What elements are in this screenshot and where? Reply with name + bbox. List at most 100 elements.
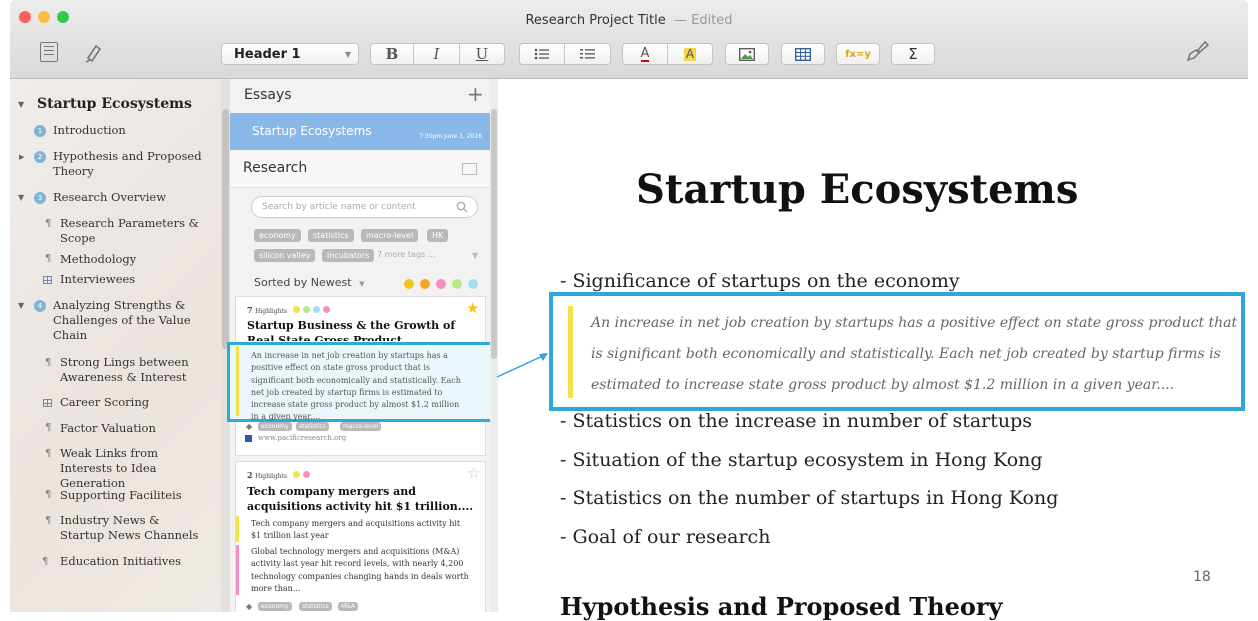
numbered-list-button[interactable] xyxy=(564,43,611,65)
article-tag[interactable]: M&A xyxy=(338,602,358,611)
sidebar-item-education[interactable]: Education Initiatives xyxy=(60,554,181,569)
search-icon[interactable] xyxy=(456,201,468,213)
chevron-down-icon[interactable]: ▼ xyxy=(472,251,478,260)
highlights-label: Highlights xyxy=(255,308,288,315)
highlights-label: Highlights xyxy=(255,473,288,480)
paragraph-icon: ¶ xyxy=(45,489,52,500)
sidebar-item-supporting-facilities[interactable]: Supporting Faciliteis xyxy=(60,488,182,503)
highlighter-icon[interactable] xyxy=(82,40,106,64)
tag-filter[interactable]: silicon valley xyxy=(254,249,316,262)
chevron-down-icon: ▼ xyxy=(359,280,365,288)
sidebar-item-research-parameters[interactable]: Research Parameters & Scope xyxy=(60,216,205,246)
quote-line: An increase in net job creation by start… xyxy=(591,315,1238,331)
bullet-item[interactable]: - Statistics on the number of startups i… xyxy=(560,487,1058,509)
sidebar-item-analyzing[interactable]: Analyzing Strengths & Challenges of the … xyxy=(53,298,203,343)
highlight-color-dot xyxy=(293,471,300,478)
color-filter-dot[interactable] xyxy=(452,279,462,289)
next-section-heading[interactable]: Hypothesis and Proposed Theory xyxy=(560,592,1002,621)
underline-button[interactable]: U xyxy=(459,43,505,65)
article-tag[interactable]: economy xyxy=(258,602,292,611)
research-scroll-thumb[interactable] xyxy=(491,109,497,359)
sidebar-item-interviewees[interactable]: Interviewees xyxy=(60,272,135,287)
window-title: Research Project Title — Edited xyxy=(0,13,1258,28)
paragraph-icon: ¶ xyxy=(42,556,49,567)
article-source[interactable]: www.pacificresearch.org xyxy=(258,434,346,442)
tag-filter[interactable]: HK xyxy=(427,229,449,242)
format-brush-icon[interactable] xyxy=(1184,38,1210,64)
bullet-item[interactable]: - Statistics on the increase in number o… xyxy=(560,410,1032,432)
highlights-count: 7 Highlights xyxy=(247,305,287,315)
page-number: 18 xyxy=(1193,569,1211,585)
highlight-icon: A xyxy=(683,46,697,61)
sidebar-item-hypothesis[interactable]: Hypothesis and Proposed Theory xyxy=(53,149,203,179)
highlight-color-button[interactable]: A xyxy=(667,43,713,65)
section-number-badge: 3 xyxy=(34,192,46,204)
more-tags-link[interactable]: 7 more tags ... xyxy=(377,250,435,259)
research-heading: Research xyxy=(243,160,308,176)
sidebar-item-career-scoring[interactable]: Career Scoring xyxy=(60,395,149,410)
star-filled-icon[interactable]: ★ xyxy=(466,299,479,317)
article-tag[interactable]: macro-level xyxy=(340,422,382,431)
add-essay-button[interactable]: + xyxy=(467,82,484,106)
color-filter-dot[interactable] xyxy=(404,279,414,289)
paragraph-style-value: Header 1 xyxy=(234,46,301,62)
insert-table-button[interactable] xyxy=(781,43,825,65)
insert-formula-button[interactable]: fx=y xyxy=(836,43,880,65)
article-title[interactable]: Tech company mergers and acquisitions ac… xyxy=(247,484,479,514)
color-filter-dot[interactable] xyxy=(420,279,430,289)
tag-filter[interactable]: incubators xyxy=(322,249,375,262)
color-filter-dot[interactable] xyxy=(436,279,446,289)
color-filter-dot[interactable] xyxy=(468,279,478,289)
bullet-list-button[interactable] xyxy=(519,43,565,65)
sidebar-item-weak-links[interactable]: Weak Links from Interests to Idea Genera… xyxy=(60,446,210,491)
expand-triangle-icon[interactable]: ▼ xyxy=(18,301,24,310)
quote-text: Global technology mergers and acquisitio… xyxy=(251,547,469,593)
text-color-icon: A xyxy=(640,45,650,62)
collapse-triangle-icon[interactable]: ▶ xyxy=(19,153,24,161)
bold-button[interactable]: B xyxy=(370,43,414,65)
bullet-item[interactable]: - Goal of our research xyxy=(560,526,770,548)
article-tag[interactable]: statistics xyxy=(296,422,329,431)
paragraph-style-select[interactable]: Header 1 ▼ xyxy=(221,43,359,65)
highlight-color-dot xyxy=(303,471,310,478)
sidebar-scroll-thumb[interactable] xyxy=(222,109,229,349)
highlight-color-dot xyxy=(293,306,300,313)
article-tag[interactable]: statistics xyxy=(299,602,332,611)
sidebar-item-research-overview[interactable]: Research Overview xyxy=(53,190,166,205)
article-search-field[interactable]: Search by article name or content xyxy=(251,196,478,218)
essay-item-selected[interactable]: Startup Ecosystems 7:30pm June 1, 2016 xyxy=(230,113,490,150)
section-number-badge: 2 xyxy=(34,151,46,163)
bullet-item[interactable]: - Situation of the startup ecosystem in … xyxy=(560,449,1043,471)
article-title[interactable]: Startup Business & the Growth of Real St… xyxy=(247,318,479,341)
sidebar-item-strong-lings[interactable]: Strong Lings between Awareness & Interes… xyxy=(60,355,205,385)
collapse-panel-icon[interactable] xyxy=(462,163,477,175)
bullet-item[interactable]: - Significance of startups on the econom… xyxy=(560,270,960,292)
italic-button[interactable]: I xyxy=(413,43,460,65)
sort-dropdown[interactable]: Sorted by Newest ▼ xyxy=(254,276,364,289)
text-color-button[interactable]: A xyxy=(622,43,668,65)
tag-filter[interactable]: statistics xyxy=(308,229,354,242)
insert-image-button[interactable] xyxy=(725,43,769,65)
article-tag[interactable]: economy xyxy=(258,422,292,431)
tag-filter[interactable]: economy xyxy=(254,229,301,242)
sidebar-item-industry-news[interactable]: Industry News & Startup News Channels xyxy=(60,513,205,543)
document-outline-icon[interactable] xyxy=(40,42,58,62)
star-outline-icon[interactable]: ☆ xyxy=(467,464,480,482)
sidebar-item-introduction[interactable]: Introduction xyxy=(53,123,126,138)
outline-root-title[interactable]: Startup Ecosystems xyxy=(37,96,192,112)
underline-label: U xyxy=(475,45,489,63)
section-number-badge: 4 xyxy=(34,300,46,312)
document-heading[interactable]: Startup Ecosystems xyxy=(636,166,1078,213)
research-header: Research xyxy=(230,151,490,188)
search-placeholder: Search by article name or content xyxy=(262,202,416,212)
quote-bar xyxy=(568,306,573,398)
insert-sum-button[interactable]: Σ xyxy=(891,43,935,65)
quote-line: estimated to increase state gross produc… xyxy=(591,377,1175,393)
sidebar-item-factor-valuation[interactable]: Factor Valuation xyxy=(60,421,156,436)
image-icon xyxy=(739,47,755,61)
highlight-color-dot xyxy=(303,306,310,313)
sidebar-item-methodology[interactable]: Methodology xyxy=(60,252,136,267)
expand-triangle-icon[interactable]: ▼ xyxy=(18,193,24,202)
expand-triangle-icon[interactable]: ▼ xyxy=(18,100,24,109)
tag-filter[interactable]: macro-level xyxy=(361,229,419,242)
